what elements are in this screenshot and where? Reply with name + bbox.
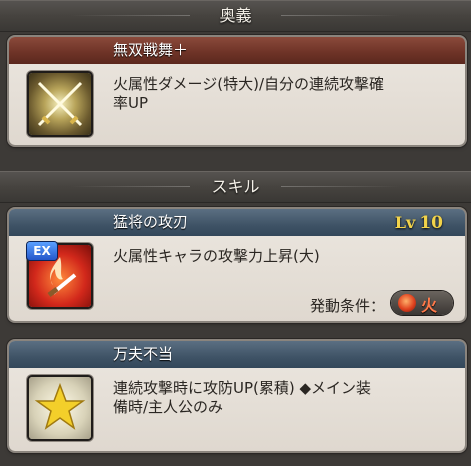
fire-sword-icon: EX	[27, 242, 91, 307]
fire-element-badge: 火	[391, 291, 453, 315]
ougi-card[interactable]: 無双戦舞＋ 火属性ダメージ(特大)/自分の連続攻撃確 率UP	[9, 37, 465, 145]
skill-card-2[interactable]: 万夫不当 連続攻撃時に攻防UP(累積) ◆メイン装 備時/主人公のみ	[9, 341, 465, 451]
level-value: 10	[419, 213, 443, 233]
ex-badge: EX	[27, 242, 57, 260]
skill-1-desc-line1: 火属性キャラの攻撃力上昇(大)	[113, 247, 320, 265]
skill-2-desc-line1: 連続攻撃時に攻防UP(累積) ◆メイン装	[113, 379, 372, 397]
star-icon	[29, 377, 91, 439]
skill-1-name: 猛将の攻刃	[113, 213, 189, 231]
level-label: Lv	[394, 213, 416, 232]
ougi-desc-line2: 率UP	[113, 94, 149, 112]
skills-section-header: スキル	[0, 171, 471, 203]
skill-card-1[interactable]: 猛将の攻刃 Lv 10 EX 火属性キャラの攻撃力上昇(大) 発動条件： 火	[9, 209, 465, 321]
ougi-name: 無双戦舞＋	[113, 41, 189, 59]
skill-1-description: 火属性キャラの攻撃力上昇(大)	[113, 247, 320, 266]
ougi-title-bar: 無双戦舞＋	[9, 37, 465, 64]
crossed-swords-icon	[29, 73, 91, 135]
skill-2-name: 万夫不当	[113, 345, 174, 363]
skill-2-desc-line2: 備時/主人公のみ	[113, 398, 224, 416]
skill-1-title-bar: 猛将の攻刃 Lv 10	[9, 209, 465, 236]
ougi-description: 火属性ダメージ(特大)/自分の連続攻撃確 率UP	[113, 75, 384, 113]
fire-orb-icon	[398, 294, 416, 312]
fire-element-text: 火	[421, 296, 438, 315]
activation-condition-label: 発動条件：	[309, 297, 385, 315]
ougi-desc-line1: 火属性ダメージ(特大)/自分の連続攻撃確	[113, 75, 385, 93]
skill-2-description: 連続攻撃時に攻防UP(累積) ◆メイン装 備時/主人公のみ	[113, 379, 371, 417]
skill-2-title-bar: 万夫不当	[9, 341, 465, 368]
ougi-section-header: 奥義	[0, 0, 471, 32]
skill-1-level: Lv 10	[395, 209, 443, 237]
